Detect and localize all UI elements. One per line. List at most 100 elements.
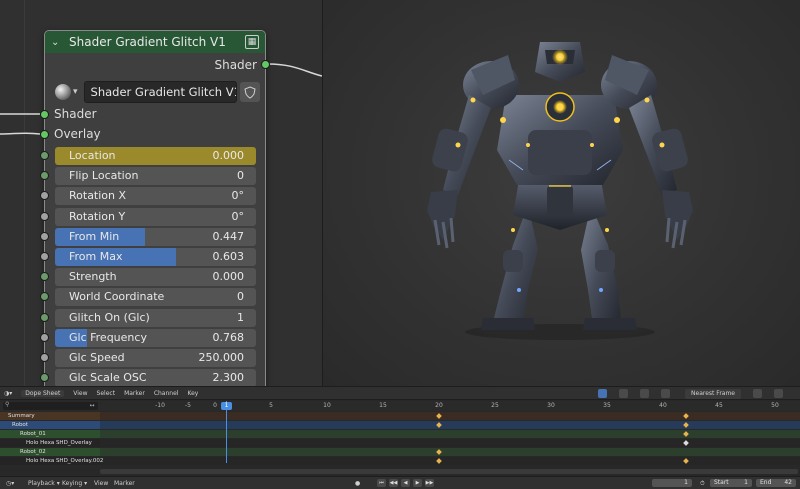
field-value: 0.603	[212, 250, 245, 263]
output-shader-socket[interactable]	[261, 60, 270, 69]
current-frame-field[interactable]: 1	[652, 479, 692, 487]
input-socket[interactable]	[40, 231, 49, 241]
input-socket[interactable]	[40, 373, 49, 383]
input-socket[interactable]	[40, 191, 49, 201]
normalize-icon[interactable]	[774, 389, 783, 398]
marker-menu[interactable]: Marker	[114, 480, 135, 487]
play-reverse-icon[interactable]: ◀	[401, 479, 410, 487]
horizontal-scrollbar[interactable]	[100, 469, 798, 474]
field-location[interactable]: Location 0.000	[55, 147, 256, 165]
play-icon[interactable]: ▶	[413, 479, 422, 487]
keyframe[interactable]	[436, 449, 442, 455]
input-socket[interactable]	[40, 272, 49, 282]
dope-sheet-editor[interactable]: ◑▾ Dope Sheet View Select Marker Channel…	[0, 387, 800, 476]
input-socket[interactable]	[40, 151, 49, 160]
keyframe[interactable]	[436, 413, 442, 419]
keyframe[interactable]	[683, 422, 689, 428]
view-menu[interactable]: View	[94, 480, 108, 487]
keyframe[interactable]	[683, 431, 689, 437]
channel-name: Holo Hexa SHD_Overlay	[26, 440, 92, 446]
channel-holo-overlay[interactable]: Holo Hexa SHD_Overlay	[0, 439, 800, 447]
node-group-selector[interactable]: ▾ Shader Gradient Glitch V1.0...	[55, 81, 260, 103]
keyframe[interactable]	[683, 458, 689, 464]
field-rotation-y[interactable]: Rotation Y 0°	[55, 207, 256, 226]
playhead-line[interactable]	[226, 401, 227, 463]
input-socket[interactable]	[40, 353, 49, 362]
current-frame-indicator[interactable]: 1	[221, 402, 232, 410]
timeline-editor-icon[interactable]: ◷▾	[6, 480, 14, 487]
robot-model	[427, 42, 693, 340]
start-frame-field[interactable]: Start 1	[710, 479, 752, 487]
keyframe[interactable]	[436, 422, 442, 428]
prev-keyframe-icon[interactable]: ◀◀	[389, 479, 398, 487]
channel-robot-01[interactable]: Robot_01	[0, 430, 800, 438]
show-hidden-icon[interactable]	[619, 389, 629, 398]
snap-mode-dropdown[interactable]: Nearest Frame	[685, 388, 741, 399]
input-socket[interactable]	[40, 312, 49, 322]
material-sphere-icon[interactable]	[55, 84, 71, 100]
jump-start-icon[interactable]: ⏮	[377, 479, 386, 487]
menu-view[interactable]: View	[73, 390, 87, 397]
node-group-name[interactable]: Shader Gradient Glitch V1.0...	[83, 81, 237, 103]
input-socket[interactable]	[40, 292, 49, 302]
collapse-chevron-icon[interactable]: ⌄	[51, 37, 63, 48]
field-value: 0	[237, 169, 244, 183]
playback-menu[interactable]: Playback ▾	[28, 480, 60, 487]
menu-key[interactable]: Key	[187, 390, 198, 397]
shader-group-node[interactable]: ⌄ Shader Gradient Glitch V1 ▦ Shader ▾ S…	[40, 30, 270, 386]
keyframe[interactable]	[436, 458, 442, 464]
field-flip-location[interactable]: Flip Location 0	[55, 167, 256, 186]
collapse-channels-icon[interactable]: ↔	[89, 402, 94, 409]
field-glc-frequency[interactable]: Glc Frequency 0.768	[55, 328, 256, 347]
keyframe[interactable]	[683, 440, 689, 446]
node-editor-area[interactable]: ⌄ Shader Gradient Glitch V1 ▦ Shader ▾ S…	[0, 0, 322, 386]
editor-type-icon[interactable]: ◑▾	[4, 390, 12, 397]
only-selected-icon[interactable]	[598, 389, 608, 398]
field-glc-scale-osc[interactable]: Glc Scale OSC 2.300	[55, 369, 256, 386]
field-world-coordinate[interactable]: World Coordinate 0	[55, 288, 256, 307]
channel-holo-overlay-002[interactable]: Holo Hexa SHD_Overlay.002	[0, 457, 800, 465]
channel-robot-02[interactable]: Robot_02	[0, 448, 800, 456]
filter-icon[interactable]	[661, 389, 671, 398]
channel-summary[interactable]: Summary	[0, 412, 800, 420]
3d-viewport[interactable]	[323, 0, 800, 386]
next-keyframe-icon[interactable]: ▶▶	[425, 479, 434, 487]
mode-dropdown[interactable]: Dope Sheet	[21, 389, 65, 397]
proportional-icon[interactable]	[753, 389, 762, 398]
field-rotation-x[interactable]: Rotation X 0°	[55, 187, 256, 206]
channel-search-input[interactable]: ⚲	[3, 401, 98, 410]
keying-label: Keying	[62, 480, 83, 487]
field-label: Strength	[69, 270, 117, 284]
field-from-max[interactable]: From Max 0.603	[55, 248, 256, 266]
playback-label: Playback	[28, 480, 55, 487]
ruler-tick: 5	[269, 402, 273, 409]
stopwatch-icon[interactable]: ⏱	[700, 480, 705, 488]
node-header[interactable]: ⌄ Shader Gradient Glitch V1 ▦	[45, 31, 265, 53]
input-socket[interactable]	[40, 332, 49, 342]
menu-marker[interactable]: Marker	[124, 390, 145, 397]
keying-menu[interactable]: Keying ▾	[62, 480, 87, 487]
field-label: From Max	[69, 250, 123, 263]
frame-ruler[interactable]: ⚲ ↔ -10 -5 0 5 10 15 20 25 30 35 40 45 5…	[0, 401, 800, 411]
field-glitch-on-glc[interactable]: Glitch On (Glc) 1	[55, 308, 256, 327]
fake-user-shield-icon[interactable]	[240, 82, 260, 102]
field-glc-speed[interactable]: Glc Speed 250.000	[55, 349, 256, 367]
menu-select[interactable]: Select	[97, 390, 116, 397]
field-from-min[interactable]: From Min 0.447	[55, 227, 256, 246]
channel-robot[interactable]: Robot	[0, 421, 800, 429]
record-icon[interactable]: ●	[355, 480, 360, 487]
node-group-icon[interactable]: ▦	[245, 35, 259, 49]
input-socket[interactable]	[40, 211, 49, 221]
search-icon: ⚲	[5, 401, 10, 408]
field-strength[interactable]: Strength 0.000	[55, 268, 256, 287]
input-socket[interactable]	[40, 252, 49, 261]
end-frame-field[interactable]: End 42	[756, 479, 796, 487]
errors-only-icon[interactable]	[640, 389, 650, 398]
menu-channel[interactable]: Channel	[154, 390, 179, 397]
chevron-down-icon[interactable]: ▾	[73, 87, 78, 97]
input-overlay-label: Overlay	[54, 127, 101, 141]
keyframe[interactable]	[683, 413, 689, 419]
input-overlay-socket[interactable]	[40, 130, 49, 139]
input-shader-socket[interactable]	[40, 110, 49, 119]
input-socket[interactable]	[40, 171, 49, 181]
